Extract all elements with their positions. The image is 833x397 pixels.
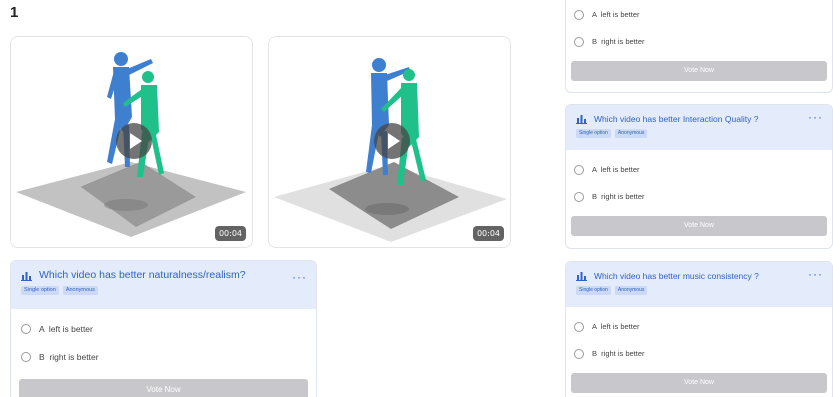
poll-header: Which video has better music consistency… — [566, 262, 832, 307]
tag-single-option: Single option — [21, 286, 59, 295]
poll-interaction-quality: Which video has better Interaction Quali… — [565, 104, 833, 249]
option-label: A left is better — [592, 10, 640, 19]
radio-circle-icon[interactable] — [574, 348, 584, 359]
option-label: B right is better — [592, 349, 645, 358]
bar-chart-icon — [576, 272, 587, 281]
video-right[interactable]: 00:04 — [268, 36, 511, 248]
vote-now-button[interactable]: Vote Now — [571, 61, 827, 81]
play-icon[interactable] — [374, 123, 410, 159]
poll-music-consistency: Which video has better music consistency… — [565, 261, 833, 397]
tag-single-option: Single option — [576, 129, 611, 138]
option-a[interactable]: A left is better — [566, 1, 832, 28]
poll-title: Which video has better Interaction Quali… — [594, 113, 759, 124]
option-b[interactable]: B right is better — [566, 28, 832, 55]
tag-anonymous: Anonymous — [614, 286, 648, 295]
video-duration: 00:04 — [472, 226, 504, 241]
option-b[interactable]: B right is better — [566, 183, 832, 210]
tag-single-option: Single option — [576, 286, 611, 295]
radio-circle-icon[interactable] — [574, 321, 584, 332]
tag-anonymous: Anonymous — [614, 129, 648, 138]
poll-naturalness: Which video has better naturalness/reali… — [10, 260, 317, 397]
radio-circle-icon[interactable] — [574, 164, 584, 175]
option-a[interactable]: A left is better — [566, 156, 832, 183]
vote-now-button[interactable]: Vote Now — [19, 379, 308, 397]
more-dots-icon[interactable]: ··· — [292, 270, 307, 284]
poll-title: Which video has better music consistency… — [594, 270, 759, 281]
vote-now-button[interactable]: Vote Now — [571, 373, 827, 393]
poll-header: Which video has better naturalness/reali… — [11, 261, 316, 309]
option-label: A left is better — [592, 165, 640, 174]
option-b[interactable]: B right is better — [11, 343, 316, 371]
option-label: B right is better — [592, 192, 645, 201]
radio-circle-icon[interactable] — [574, 36, 584, 47]
radio-circle-icon[interactable] — [21, 352, 31, 362]
poll-title: Which video has better naturalness/reali… — [39, 269, 246, 281]
radio-circle-icon[interactable] — [21, 324, 31, 334]
poll-header: Which video has better Interaction Quali… — [566, 105, 832, 150]
bar-chart-icon — [576, 115, 587, 124]
play-icon[interactable] — [116, 123, 152, 159]
more-dots-icon[interactable]: ··· — [808, 110, 823, 124]
radio-circle-icon[interactable] — [574, 191, 584, 202]
video-left[interactable]: 00:04 — [10, 36, 253, 248]
vote-now-button[interactable]: Vote Now — [571, 216, 827, 236]
option-a[interactable]: A left is better — [566, 313, 832, 340]
poll-previous: A left is better B right is better Vote … — [565, 0, 833, 93]
tag-anonymous: Anonymous — [62, 286, 98, 295]
bar-chart-icon — [21, 271, 32, 281]
more-dots-icon[interactable]: ··· — [808, 267, 823, 281]
option-b[interactable]: B right is better — [566, 340, 832, 367]
radio-circle-icon[interactable] — [574, 9, 584, 20]
option-a[interactable]: A left is better — [11, 315, 316, 343]
option-label: B right is better — [39, 352, 99, 362]
option-label: A left is better — [592, 322, 640, 331]
question-number: 1 — [10, 4, 19, 21]
video-duration: 00:04 — [214, 226, 246, 241]
option-label: A left is better — [39, 324, 93, 334]
option-label: B right is better — [592, 37, 645, 46]
